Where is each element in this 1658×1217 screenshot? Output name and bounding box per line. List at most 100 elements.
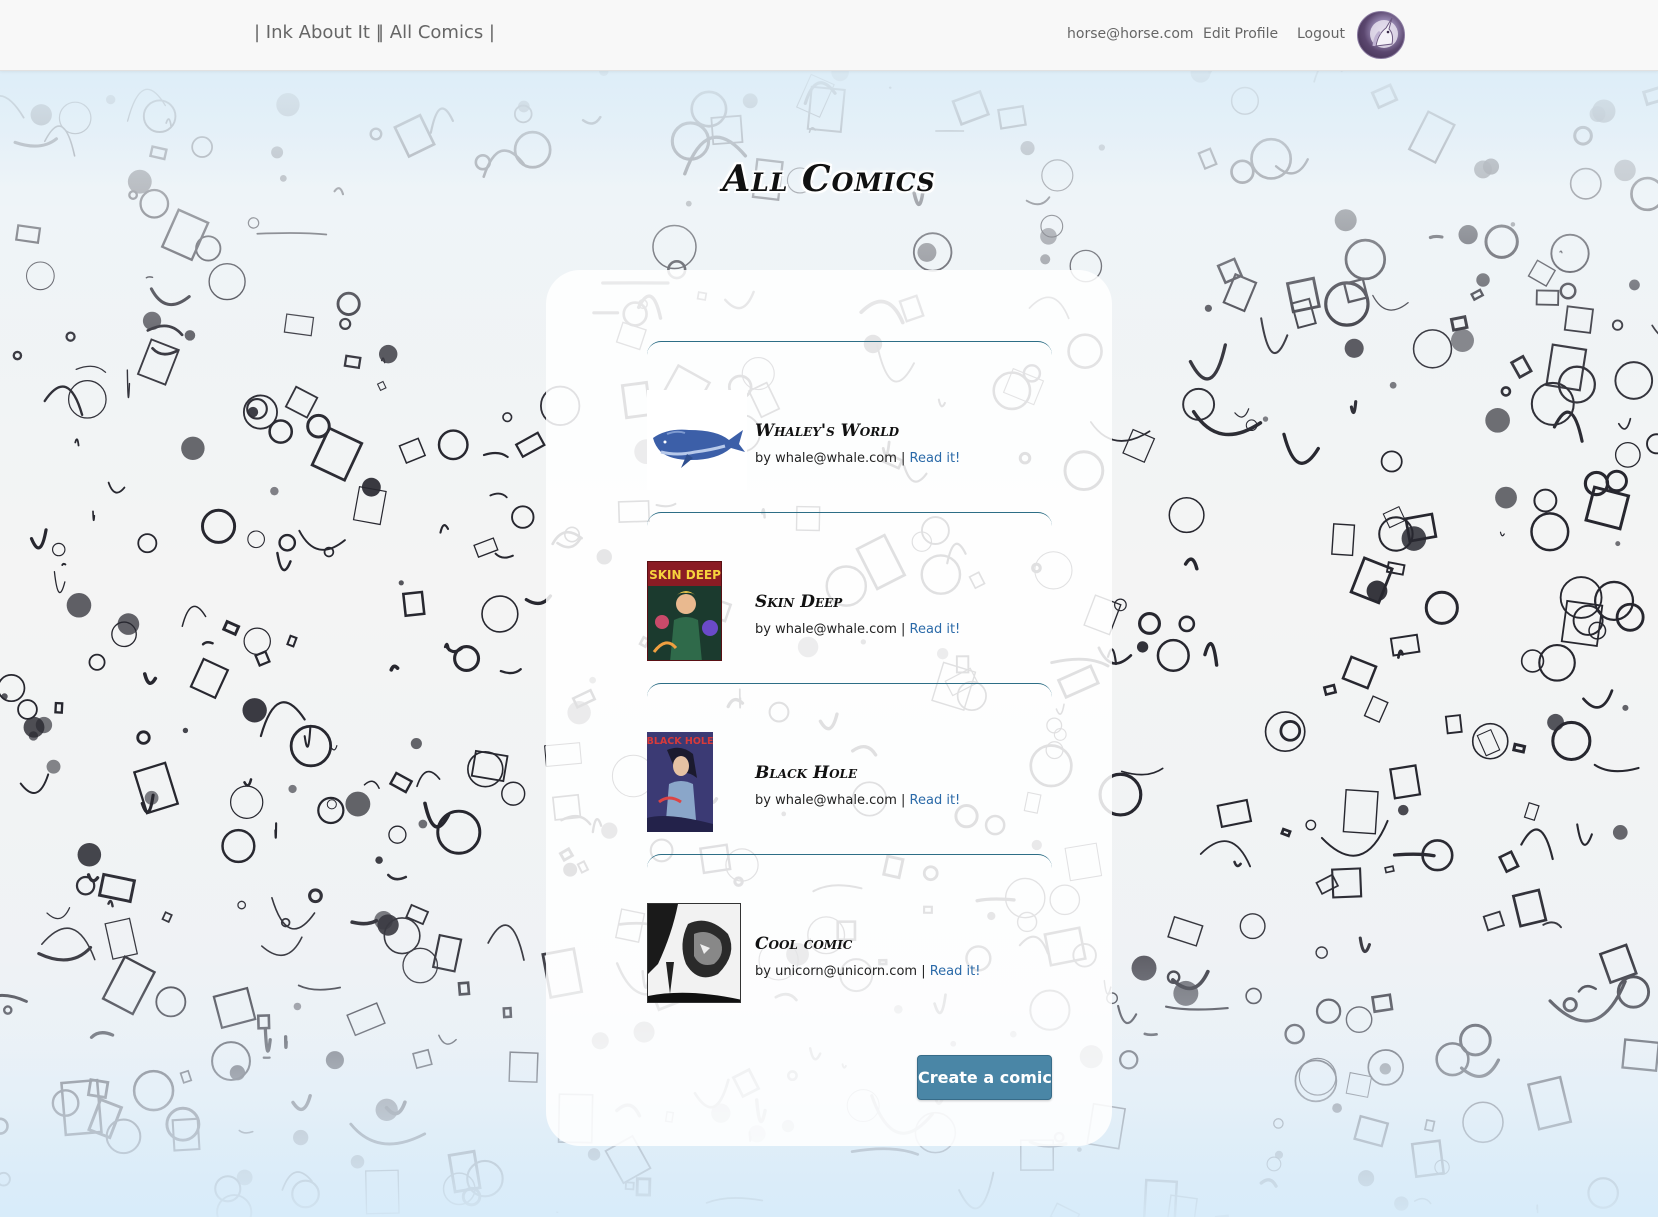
- comic-item: Cool comic by unicorn@unicorn.com | Read…: [546, 783, 1112, 1003]
- doodle-shape: [41, 927, 96, 961]
- comic-item: SKIN DEEP Skin Deep by whale@whale.com |…: [546, 441, 1112, 661]
- doodle-shape: [1533, 488, 1558, 513]
- doodle-shape: [1476, 728, 1501, 757]
- doodle-shape: [43, 385, 84, 417]
- doodle-shape: [453, 644, 481, 673]
- doodle-shape: [65, 331, 76, 342]
- doodle-shape: [66, 592, 92, 618]
- doodle-shape: [1384, 865, 1395, 874]
- doodle-shape: [1557, 365, 1596, 404]
- doodle-shape: [46, 907, 71, 920]
- doodle-shape: [1500, 386, 1512, 397]
- doodle-shape: [1538, 643, 1576, 682]
- doodle-shape: [502, 412, 513, 423]
- edit-profile-link[interactable]: Edit Profile: [1203, 26, 1278, 42]
- doodle-shape: [181, 436, 205, 461]
- doodle-shape: [343, 354, 362, 370]
- doodle-shape: [51, 542, 66, 557]
- doodle-shape: [405, 903, 430, 926]
- doodle-shape: [12, 350, 23, 361]
- doodle-shape: [1239, 913, 1266, 940]
- doodle-shape: [481, 595, 519, 633]
- doodle-shape: [1617, 417, 1632, 430]
- comic-item: Whaley's World by whale@whale.com | Read…: [546, 270, 1112, 490]
- doodle-shape: [243, 778, 253, 787]
- doodle-shape: [136, 338, 180, 386]
- doodle-shape: [35, 716, 53, 734]
- doodle-shape: [1182, 387, 1216, 421]
- doodle-shape: [67, 379, 107, 419]
- doodle-shape: [401, 590, 426, 618]
- doodle-shape: [1122, 428, 1156, 463]
- doodle-shape: [1547, 713, 1564, 731]
- doodle-shape: [1392, 852, 1436, 858]
- cool-comic-cover-art: [648, 904, 740, 1002]
- doodle-shape: [1168, 497, 1205, 534]
- item-divider: [647, 512, 1052, 526]
- doodle-shape: [1183, 557, 1199, 571]
- brand-link[interactable]: | Ink About It |: [254, 22, 382, 43]
- doodle-shape: [1366, 580, 1388, 602]
- doodle-shape: [350, 918, 379, 926]
- doodle-shape: [1156, 638, 1190, 673]
- doodle-shape: [1191, 409, 1263, 437]
- doodle-shape: [377, 914, 399, 936]
- doodle-shape: [151, 346, 178, 356]
- doodle-shape: [75, 365, 107, 373]
- doodle-shape: [363, 780, 380, 789]
- doodle-shape: [184, 330, 196, 341]
- comic-title[interactable]: Whaley's World: [755, 421, 899, 441]
- doodle-shape: [317, 796, 345, 825]
- comic-title[interactable]: Black Hole: [755, 763, 857, 783]
- doodle-shape: [1485, 408, 1510, 433]
- doodle-shape: [200, 508, 237, 544]
- doodle-shape: [1593, 763, 1640, 773]
- doodle-shape: [1582, 689, 1614, 709]
- doodle-shape: [97, 872, 137, 904]
- doodle-shape: [161, 911, 173, 924]
- doodle-shape: [74, 438, 80, 447]
- create-comic-button[interactable]: Create a comic: [917, 1055, 1052, 1100]
- logout-link[interactable]: Logout: [1297, 26, 1345, 42]
- doodle-shape: [1358, 936, 1371, 954]
- doodle-shape: [243, 627, 271, 656]
- doodle-shape: [345, 791, 371, 817]
- doodle-shape: [137, 533, 158, 554]
- doodle-shape: [511, 505, 535, 529]
- doodle-shape: [439, 524, 450, 534]
- doodle-shape: [270, 486, 279, 496]
- read-it-link[interactable]: Read it!: [930, 964, 981, 979]
- comic-cover-cool-comic[interactable]: [647, 903, 741, 1003]
- comic-item: BLACK HOLE Black Hole by whale@whale.com…: [546, 612, 1112, 832]
- doodle-shape: [398, 437, 427, 465]
- page-title: All Comics: [722, 158, 936, 200]
- comic-title[interactable]: Skin Deep: [755, 592, 842, 612]
- doodle-shape: [1331, 523, 1356, 557]
- all-comics-link[interactable]: | All Comics |: [378, 22, 495, 43]
- doodle-shape: [1178, 615, 1196, 633]
- doodle-shape: [143, 672, 158, 685]
- doodle-shape: [17, 699, 38, 720]
- doodle-shape: [242, 698, 267, 723]
- doodle-shape: [1342, 788, 1379, 835]
- doodle-shape: [494, 552, 514, 559]
- doodle-shape: [286, 634, 298, 648]
- avatar[interactable]: [1357, 11, 1405, 59]
- doodle-shape: [107, 481, 126, 494]
- doodle-shape: [1482, 910, 1506, 932]
- doodle-shape: [308, 888, 323, 904]
- doodle-shape: [1315, 873, 1340, 896]
- doodle-shape: [1344, 338, 1364, 358]
- doodle-shape: [136, 730, 151, 745]
- comics-panel: Whaley's World by whale@whale.com | Read…: [546, 270, 1112, 1146]
- doodle-shape: [19, 773, 50, 794]
- doodle-shape: [1282, 432, 1320, 465]
- comic-title[interactable]: Cool comic: [755, 934, 852, 954]
- doodle-shape: [1530, 381, 1575, 426]
- doodle-shape: [1305, 819, 1317, 831]
- doodle-shape: [487, 924, 525, 961]
- item-divider: [647, 854, 1052, 868]
- doodle-shape: [1530, 512, 1570, 552]
- doodle-shape: [54, 701, 64, 714]
- doodle-shape: [1499, 531, 1505, 537]
